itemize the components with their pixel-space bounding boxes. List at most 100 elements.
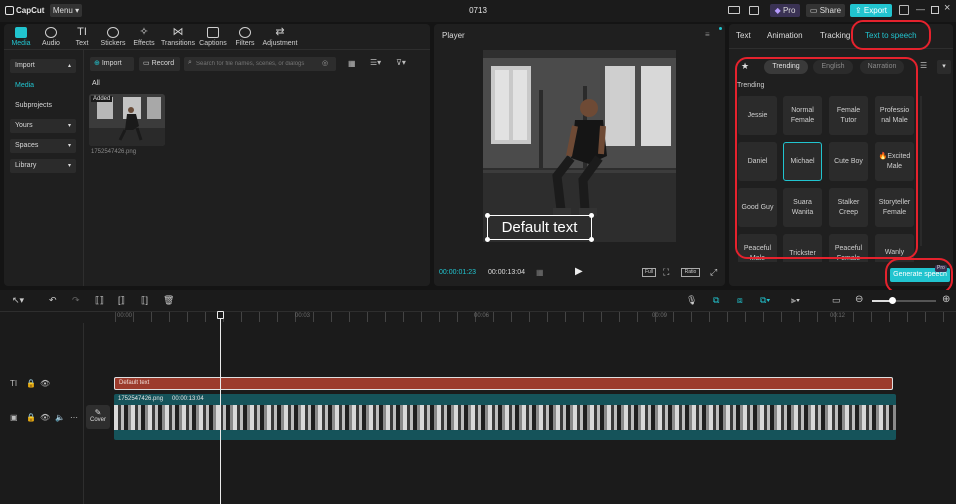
play-icon[interactable]: ▶	[575, 266, 583, 277]
filter-english[interactable]: English	[813, 60, 853, 74]
voice-peaceful-female[interactable]: Peaceful Female	[829, 234, 868, 262]
image-search-icon[interactable]: ◎	[322, 59, 328, 67]
share-button[interactable]: ▭ Share	[806, 4, 845, 17]
caption-icon[interactable]: ▭	[832, 295, 841, 306]
main-track-magnet-icon[interactable]: ⧉	[713, 295, 719, 306]
video-clip[interactable]: 1752547426.png 00:00:13:04	[114, 394, 896, 440]
tool-filters[interactable]: Filters	[228, 26, 262, 47]
voice-michael[interactable]: Michael	[783, 142, 822, 181]
pro-button[interactable]: ◆ Pro	[770, 4, 800, 17]
preview-axis-icon[interactable]: ⫸▾	[791, 295, 800, 306]
minimize-icon[interactable]: —	[916, 4, 925, 14]
voice-filter-icon[interactable]: ☰	[920, 61, 927, 70]
voice-normal-female[interactable]: Normal Female	[783, 96, 822, 135]
voice-jessie[interactable]: Jessie	[738, 96, 777, 135]
voice-stalker-creep[interactable]: Stalker Creep	[829, 188, 868, 227]
filter-narration[interactable]: Narration	[860, 60, 904, 74]
tool-effects[interactable]: ✧ Effects	[127, 26, 161, 48]
shortcuts-icon[interactable]	[749, 6, 759, 15]
zoom-out-icon[interactable]: ⊖	[855, 294, 863, 305]
ratio-button[interactable]: Ratio	[681, 268, 700, 277]
maximize-icon[interactable]	[931, 6, 939, 14]
split-icon[interactable]: ⟦⟧	[95, 295, 104, 306]
select-tool-icon[interactable]: ↖▾	[12, 295, 24, 306]
redo-icon[interactable]: ↷	[72, 295, 80, 306]
full-button[interactable]: Full	[642, 268, 656, 277]
sidebar-item-import[interactable]: Import ▴	[10, 59, 76, 73]
voice-wanly[interactable]: Wanly	[875, 234, 914, 262]
layout-icon[interactable]	[728, 6, 740, 14]
media-filter-all[interactable]: All	[92, 80, 100, 87]
filter-trending[interactable]: Trending	[764, 60, 808, 74]
fit-icon[interactable]: ⛶	[663, 267, 669, 278]
resize-handle[interactable]	[589, 213, 594, 218]
eye-icon[interactable]: 👁	[40, 413, 50, 422]
delete-icon[interactable]: 🗑	[163, 295, 174, 306]
text-overlay[interactable]: Default text	[487, 215, 592, 240]
microphone-icon[interactable]: 🎙	[686, 295, 697, 306]
tool-text[interactable]: TI Text	[65, 26, 99, 48]
speaker-icon[interactable]: 🔈	[55, 413, 65, 422]
export-button[interactable]: ⇪ Export	[850, 4, 892, 17]
fullscreen-icon[interactable]: ⤢	[710, 267, 717, 278]
voice-excited-male[interactable]: 🔥Excited Male	[875, 142, 914, 181]
cover-button[interactable]: ✎ Cover	[86, 405, 110, 429]
voice-good-guy[interactable]: Good Guy	[738, 188, 777, 227]
sidebar-item-subprojects[interactable]: Subprojects	[10, 99, 76, 113]
voice-female-tutor[interactable]: Female Tutor	[829, 96, 868, 135]
text-clip[interactable]: Default text	[114, 377, 893, 390]
sidebar-item-library[interactable]: Library ▾	[10, 159, 76, 173]
eye-icon[interactable]: 👁	[40, 379, 50, 388]
video-preview[interactable]: Default text	[483, 50, 676, 242]
sidebar-item-spaces[interactable]: Spaces ▾	[10, 139, 76, 153]
voice-trickster[interactable]: Trickster	[783, 234, 822, 262]
voice-peaceful-male[interactable]: Peaceful Male	[738, 234, 777, 262]
tab-text-to-speech[interactable]: Text to speech	[865, 31, 917, 40]
voice-storyteller-female[interactable]: Storyteller Female	[875, 188, 914, 227]
timecode-grid-icon[interactable]: ▦	[536, 268, 544, 277]
window-layout-icon[interactable]	[899, 5, 909, 15]
tool-adjustment[interactable]: ⇄ Adjustment	[262, 26, 298, 48]
tab-animation[interactable]: Animation	[767, 31, 803, 40]
more-dropdown-icon[interactable]: ▾	[937, 60, 951, 74]
linkage-icon[interactable]: ⧉▾	[760, 295, 770, 306]
voice-scrollbar[interactable]	[920, 96, 922, 246]
sort-icon[interactable]: ☰▾	[370, 58, 381, 67]
tab-text[interactable]: Text	[736, 31, 751, 40]
undo-icon[interactable]: ↶	[49, 295, 57, 306]
tool-media[interactable]: Media	[4, 26, 38, 47]
voice-suara-wanita[interactable]: Suara Wanita	[783, 188, 822, 227]
filter-icon[interactable]: ⊽▾	[396, 58, 406, 67]
media-item[interactable]: Added	[89, 94, 165, 146]
more-icon[interactable]: ⋯	[70, 413, 78, 422]
resize-handle[interactable]	[485, 213, 490, 218]
auto-snap-icon[interactable]: ⧈	[737, 295, 743, 306]
trim-right-icon[interactable]: ⟦]	[141, 295, 148, 306]
tool-stickers[interactable]: Stickers	[96, 26, 130, 47]
tool-captions[interactable]: Captions	[196, 26, 230, 47]
record-button[interactable]: ▭ Record	[139, 57, 180, 71]
voice-cute-boy[interactable]: Cute Boy	[829, 142, 868, 181]
playhead[interactable]	[220, 318, 221, 504]
trim-left-icon[interactable]: [⟧	[118, 295, 125, 306]
playhead-handle[interactable]	[217, 311, 224, 319]
zoom-in-icon[interactable]: ⊕	[942, 294, 950, 305]
tool-transitions[interactable]: ⋈ Transitions	[161, 26, 195, 48]
search-input[interactable]	[196, 58, 316, 70]
zoom-slider-thumb[interactable]	[889, 297, 896, 304]
tab-tracking[interactable]: Tracking	[820, 31, 850, 40]
voice-daniel[interactable]: Daniel	[738, 142, 777, 181]
voice-professional-male[interactable]: Professio nal Male	[875, 96, 914, 135]
menu-button[interactable]: Menu ▾	[50, 4, 82, 17]
project-name[interactable]: 0713	[468, 6, 488, 15]
tool-audio[interactable]: Audio	[34, 26, 68, 47]
favorites-star-icon[interactable]: ★	[741, 61, 749, 72]
resize-handle[interactable]	[485, 237, 490, 242]
sidebar-item-media[interactable]: Media	[10, 79, 76, 93]
lock-icon[interactable]: 🔒	[26, 379, 36, 388]
resize-handle[interactable]	[589, 237, 594, 242]
lock-icon[interactable]: 🔒	[26, 413, 36, 422]
close-icon[interactable]: ×	[944, 2, 950, 14]
grid-view-icon[interactable]: ▦	[348, 59, 356, 68]
player-menu-icon[interactable]: ≡	[705, 30, 710, 39]
